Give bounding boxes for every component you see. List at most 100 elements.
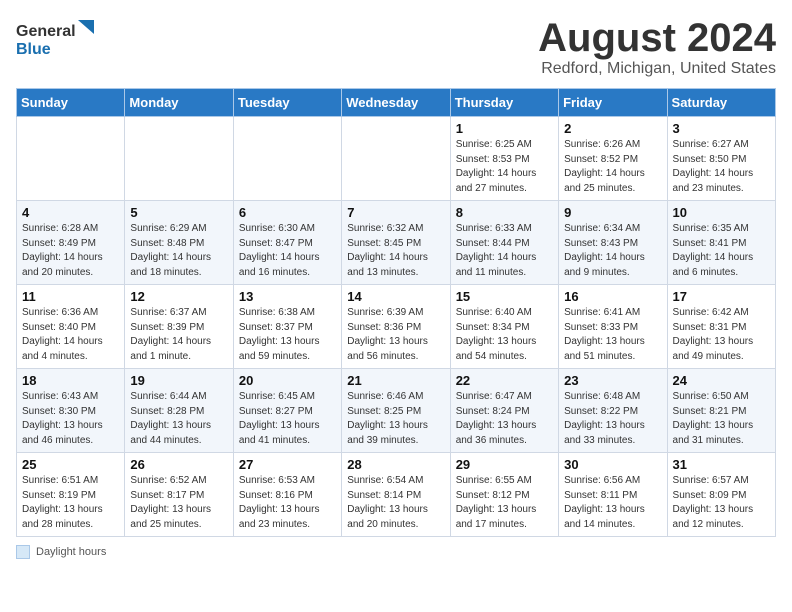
day-detail: Sunrise: 6:36 AMSunset: 8:40 PMDaylight:… [22,306,119,364]
calendar-cell-2-2: 13 Sunrise: 6:38 AMSunset: 8:37 PMDayligh… [233,285,341,369]
day-number: 5 [130,205,227,220]
calendar-cell-2-3: 14 Sunrise: 6:39 AMSunset: 8:36 PMDayligh… [342,285,450,369]
day-detail: Sunrise: 6:54 AMSunset: 8:14 PMDaylight:… [347,474,444,532]
svg-text:General: General [16,23,76,40]
day-detail: Sunrise: 6:28 AMSunset: 8:49 PMDaylight:… [22,222,119,280]
day-number: 3 [673,121,770,136]
day-detail: Sunrise: 6:47 AMSunset: 8:24 PMDaylight:… [456,390,553,448]
page-header: General Blue August 2024 Redford, Michig… [16,16,776,78]
weekday-header-friday: Friday [559,89,667,117]
week-row-2: 11 Sunrise: 6:36 AMSunset: 8:40 PMDayligh… [17,285,776,369]
calendar-cell-0-1 [125,117,233,201]
day-number: 1 [456,121,553,136]
day-number: 22 [456,373,553,388]
day-detail: Sunrise: 6:50 AMSunset: 8:21 PMDaylight:… [673,390,770,448]
day-detail: Sunrise: 6:34 AMSunset: 8:43 PMDaylight:… [564,222,661,280]
calendar-table: SundayMondayTuesdayWednesdayThursdayFrid… [16,88,776,537]
calendar-cell-4-5: 30 Sunrise: 6:56 AMSunset: 8:11 PMDayligh… [559,453,667,537]
calendar-cell-4-3: 28Sunrise: 6:54 AMSunset: 8:14 PMDayligh… [342,453,450,537]
day-detail: Sunrise: 6:39 AMSunset: 8:36 PMDaylight:… [347,306,444,364]
calendar-cell-4-6: 31Sunrise: 6:57 AMSunset: 8:09 PMDayligh… [667,453,775,537]
day-detail: Sunrise: 6:48 AMSunset: 8:22 PMDaylight:… [564,390,661,448]
calendar-cell-0-5: 2 Sunrise: 6:26 AMSunset: 8:52 PMDaylight… [559,117,667,201]
calendar-cell-1-6: 10Sunrise: 6:35 AMSunset: 8:41 PMDayligh… [667,201,775,285]
calendar-cell-3-2: 20 Sunrise: 6:45 AMSunset: 8:27 PMDayligh… [233,369,341,453]
calendar-cell-4-1: 26 Sunrise: 6:52 AMSunset: 8:17 PMDayligh… [125,453,233,537]
week-row-0: 1 Sunrise: 6:25 AMSunset: 8:53 PMDaylight… [17,117,776,201]
legend-label: Daylight hours [36,546,106,558]
day-detail: Sunrise: 6:41 AMSunset: 8:33 PMDaylight:… [564,306,661,364]
day-number: 26 [130,457,227,472]
day-detail: Sunrise: 6:37 AMSunset: 8:39 PMDaylight:… [130,306,227,364]
calendar-cell-0-3 [342,117,450,201]
weekday-header-wednesday: Wednesday [342,89,450,117]
calendar-cell-4-0: 25Sunrise: 6:51 AMSunset: 8:19 PMDayligh… [17,453,125,537]
calendar-cell-2-0: 11 Sunrise: 6:36 AMSunset: 8:40 PMDayligh… [17,285,125,369]
calendar-cell-3-1: 19Sunrise: 6:44 AMSunset: 8:28 PMDayligh… [125,369,233,453]
day-number: 10 [673,205,770,220]
day-detail: Sunrise: 6:55 AMSunset: 8:12 PMDaylight:… [456,474,553,532]
day-detail: Sunrise: 6:27 AMSunset: 8:50 PMDaylight:… [673,138,770,196]
day-number: 11 [22,289,119,304]
day-detail: Sunrise: 6:26 AMSunset: 8:52 PMDaylight:… [564,138,661,196]
day-number: 6 [239,205,336,220]
calendar-cell-3-0: 18Sunrise: 6:43 AMSunset: 8:30 PMDayligh… [17,369,125,453]
day-number: 4 [22,205,119,220]
calendar-cell-0-0 [17,117,125,201]
day-detail: Sunrise: 6:32 AMSunset: 8:45 PMDaylight:… [347,222,444,280]
calendar-cell-4-4: 29Sunrise: 6:55 AMSunset: 8:12 PMDayligh… [450,453,558,537]
weekday-header-tuesday: Tuesday [233,89,341,117]
day-detail: Sunrise: 6:40 AMSunset: 8:34 PMDaylight:… [456,306,553,364]
svg-text:Blue: Blue [16,41,51,58]
calendar-cell-1-2: 6 Sunrise: 6:30 AMSunset: 8:47 PMDaylight… [233,201,341,285]
day-number: 14 [347,289,444,304]
logo: General Blue [16,16,96,60]
day-detail: Sunrise: 6:30 AMSunset: 8:47 PMDaylight:… [239,222,336,280]
day-number: 15 [456,289,553,304]
weekday-header-saturday: Saturday [667,89,775,117]
day-number: 31 [673,457,770,472]
calendar-cell-2-4: 15 Sunrise: 6:40 AMSunset: 8:34 PMDayligh… [450,285,558,369]
calendar-cell-1-5: 9 Sunrise: 6:34 AMSunset: 8:43 PMDaylight… [559,201,667,285]
day-detail: Sunrise: 6:44 AMSunset: 8:28 PMDaylight:… [130,390,227,448]
day-detail: Sunrise: 6:52 AMSunset: 8:17 PMDaylight:… [130,474,227,532]
day-detail: Sunrise: 6:43 AMSunset: 8:30 PMDaylight:… [22,390,119,448]
logo-icon: General Blue [16,16,96,60]
day-detail: Sunrise: 6:25 AMSunset: 8:53 PMDaylight:… [456,138,553,196]
day-detail: Sunrise: 6:33 AMSunset: 8:44 PMDaylight:… [456,222,553,280]
day-number: 25 [22,457,119,472]
day-detail: Sunrise: 6:42 AMSunset: 8:31 PMDaylight:… [673,306,770,364]
day-number: 2 [564,121,661,136]
day-number: 12 [130,289,227,304]
calendar-cell-1-4: 8Sunrise: 6:33 AMSunset: 8:44 PMDaylight… [450,201,558,285]
weekday-header-monday: Monday [125,89,233,117]
day-number: 9 [564,205,661,220]
day-detail: Sunrise: 6:56 AMSunset: 8:11 PMDaylight:… [564,474,661,532]
day-number: 23 [564,373,661,388]
calendar-cell-2-1: 12 Sunrise: 6:37 AMSunset: 8:39 PMDayligh… [125,285,233,369]
weekday-header-sunday: Sunday [17,89,125,117]
calendar-cell-0-2 [233,117,341,201]
day-number: 20 [239,373,336,388]
week-row-3: 18Sunrise: 6:43 AMSunset: 8:30 PMDayligh… [17,369,776,453]
day-detail: Sunrise: 6:46 AMSunset: 8:25 PMDaylight:… [347,390,444,448]
day-detail: Sunrise: 6:53 AMSunset: 8:16 PMDaylight:… [239,474,336,532]
calendar-cell-3-3: 21Sunrise: 6:46 AMSunset: 8:25 PMDayligh… [342,369,450,453]
calendar-cell-2-5: 16 Sunrise: 6:41 AMSunset: 8:33 PMDayligh… [559,285,667,369]
day-detail: Sunrise: 6:29 AMSunset: 8:48 PMDaylight:… [130,222,227,280]
title-block: August 2024 Redford, Michigan, United St… [538,16,776,78]
weekday-header-row: SundayMondayTuesdayWednesdayThursdayFrid… [17,89,776,117]
week-row-1: 4 Sunrise: 6:28 AMSunset: 8:49 PMDaylight… [17,201,776,285]
day-number: 30 [564,457,661,472]
day-number: 16 [564,289,661,304]
day-number: 13 [239,289,336,304]
calendar-cell-2-6: 17Sunrise: 6:42 AMSunset: 8:31 PMDayligh… [667,285,775,369]
day-number: 27 [239,457,336,472]
location: Redford, Michigan, United States [538,60,776,78]
calendar-cell-3-4: 22 Sunrise: 6:47 AMSunset: 8:24 PMDayligh… [450,369,558,453]
calendar-cell-3-6: 24 Sunrise: 6:50 AMSunset: 8:21 PMDayligh… [667,369,775,453]
day-detail: Sunrise: 6:45 AMSunset: 8:27 PMDaylight:… [239,390,336,448]
day-number: 24 [673,373,770,388]
day-detail: Sunrise: 6:38 AMSunset: 8:37 PMDaylight:… [239,306,336,364]
month-title: August 2024 [538,16,776,60]
